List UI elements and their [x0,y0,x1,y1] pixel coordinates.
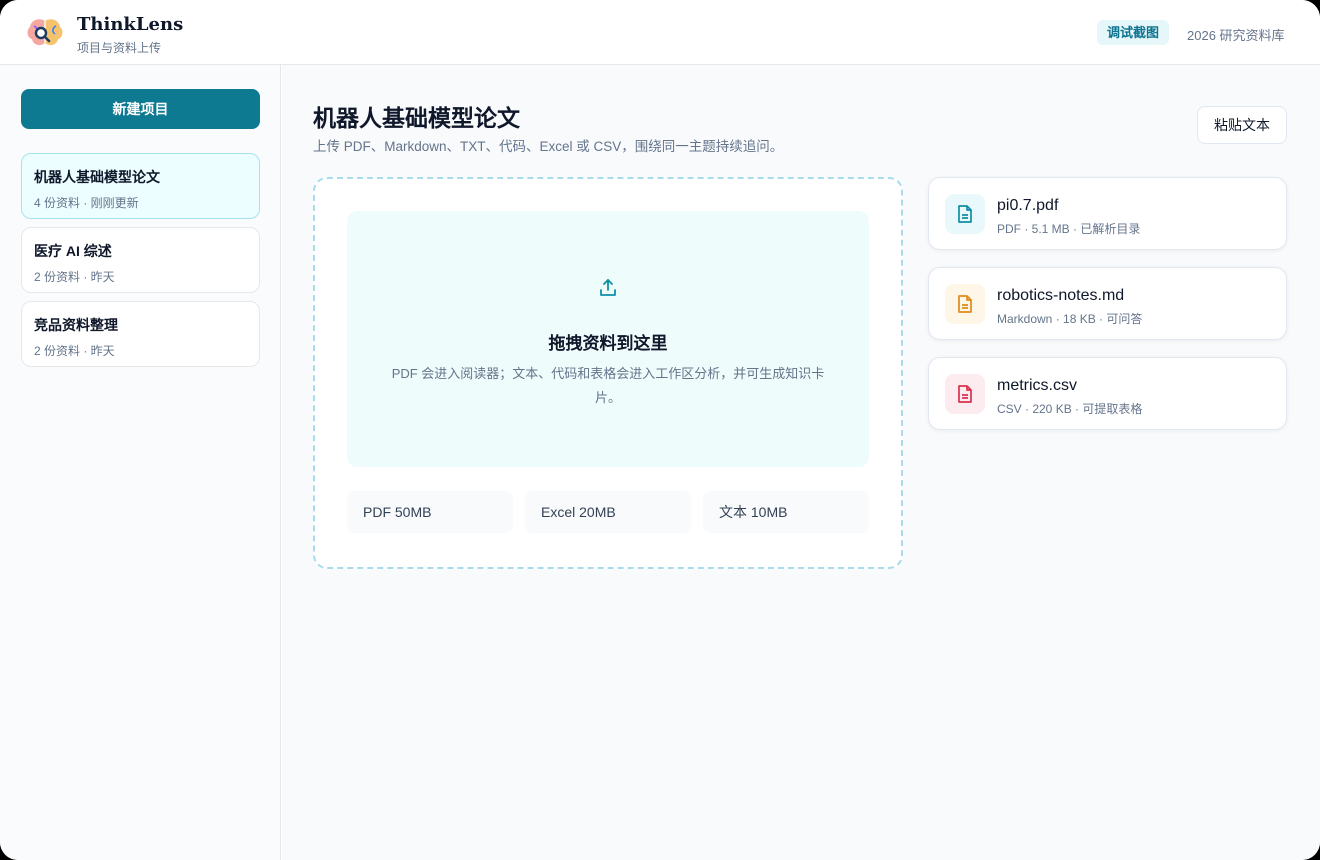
file-name: metrics.csv [997,377,1077,394]
project-name: 竞品资料整理 [34,317,118,333]
limit-chip-excel: Excel 20MB [525,491,691,533]
project-item-competitors[interactable]: 竞品资料整理 2 份资料 · 昨天 [21,301,260,367]
upload-dropzone[interactable]: 拖拽资料到这里 PDF 会进入阅读器；文本、代码和表格会进入工作区分析，并可生成… [313,177,903,569]
document-icon [958,205,972,223]
sidebar: 新建项目 机器人基础模型论文 4 份资料 · 刚刚更新 医疗 AI 综述 2 份… [0,65,281,860]
header: ThinkLens 项目与资料上传 调试截图 2026 研究资料库 [0,0,1320,65]
project-item-robotics[interactable]: 机器人基础模型论文 4 份资料 · 刚刚更新 [21,153,260,219]
file-name: pi0.7.pdf [997,197,1059,214]
file-card-markdown[interactable]: robotics-notes.md Markdown · 18 KB · 可问答 [928,267,1287,340]
document-icon [958,295,972,313]
limit-chip-text: 文本 10MB [703,491,869,533]
app-window: ThinkLens 项目与资料上传 调试截图 2026 研究资料库 新建项目 机… [0,0,1320,860]
file-meta: PDF · 5.1 MB · 已解析目录 [997,222,1141,236]
file-meta: Markdown · 18 KB · 可问答 [997,312,1143,326]
page-title: 机器人基础模型论文 [313,105,520,131]
upload-icon [600,279,616,296]
limit-chip-pdf: PDF 50MB [347,491,513,533]
project-meta: 2 份资料 · 昨天 [34,344,115,358]
project-meta: 4 份资料 · 刚刚更新 [34,196,139,210]
new-project-button[interactable]: 新建项目 [21,89,260,129]
document-icon [958,385,972,403]
project-name: 机器人基础模型论文 [34,169,160,185]
file-card-csv[interactable]: metrics.csv CSV · 220 KB · 可提取表格 [928,357,1287,430]
project-item-medical-ai[interactable]: 医疗 AI 综述 2 份资料 · 昨天 [21,227,260,293]
brand-title: ThinkLens [77,14,184,35]
file-name: robotics-notes.md [997,287,1125,304]
project-meta: 2 份资料 · 昨天 [34,270,115,284]
paste-text-button[interactable]: 粘贴文本 [1197,106,1287,144]
brand-subtitle: 项目与资料上传 [77,41,162,55]
page-subtitle: 上传 PDF、Markdown、TXT、代码、Excel 或 CSV，围绕同一主… [313,139,784,154]
dropzone-description: PDF 会进入阅读器；文本、代码和表格会进入工作区分析，并可生成知识卡片。 [391,366,825,405]
file-meta: CSV · 220 KB · 可提取表格 [997,402,1143,416]
file-icon-box [945,374,985,414]
file-icon-box [945,194,985,234]
file-card-pdf[interactable]: pi0.7.pdf PDF · 5.1 MB · 已解析目录 [928,177,1287,250]
project-list: 机器人基础模型论文 4 份资料 · 刚刚更新 医疗 AI 综述 2 份资料 · … [21,153,260,375]
main-content: 机器人基础模型论文 上传 PDF、Markdown、TXT、代码、Excel 或… [282,65,1320,860]
dropzone-title: 拖拽资料到这里 [548,334,668,353]
file-icon-box [945,284,985,324]
drop-target[interactable]: 拖拽资料到这里 PDF 会进入阅读器；文本、代码和表格会进入工作区分析，并可生成… [347,211,869,467]
debug-badge: 调试截图 [1097,20,1170,45]
library-label: 2026 研究资料库 [1187,28,1285,43]
brain-logo-icon [27,19,63,46]
project-name: 医疗 AI 综述 [34,243,112,259]
